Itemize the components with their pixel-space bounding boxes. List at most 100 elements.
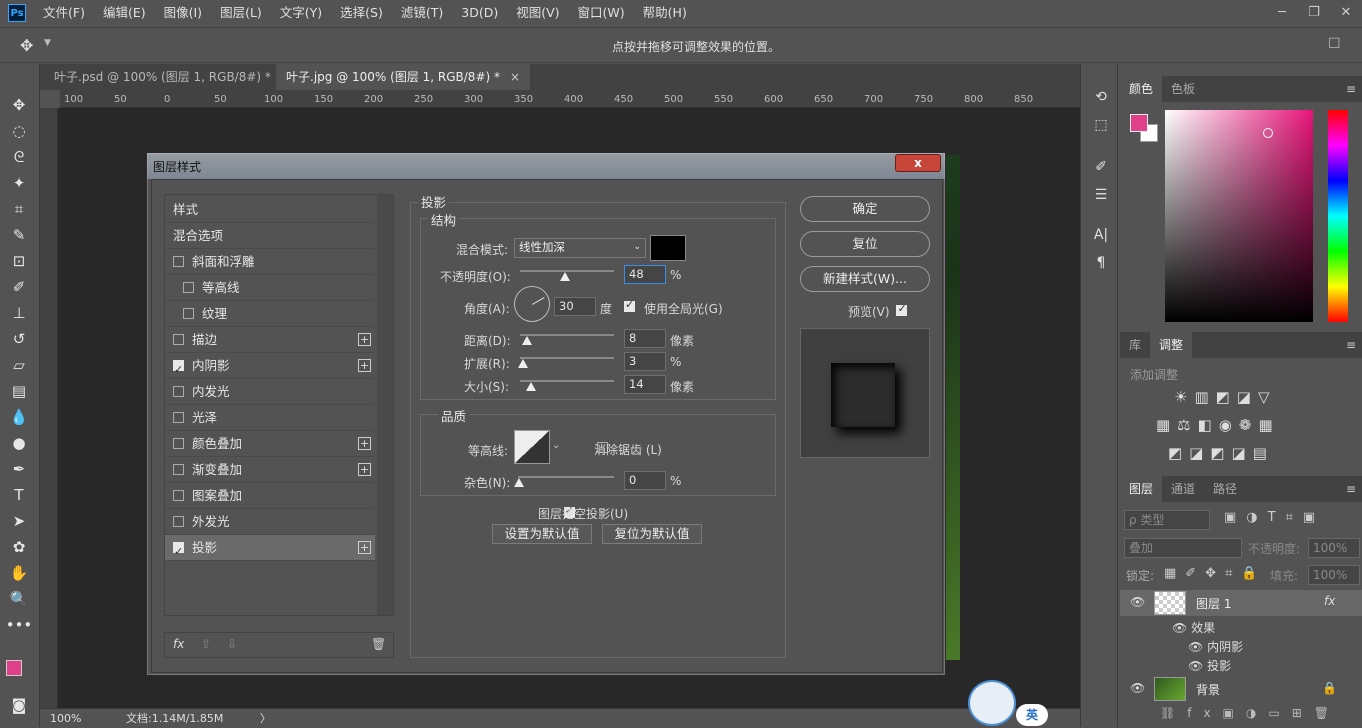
character-icon[interactable]: A| (1090, 224, 1112, 246)
set-default-button[interactable]: 设置为默认值 (492, 524, 592, 544)
checkbox[interactable] (173, 464, 184, 475)
style-item-gradient-overlay[interactable]: 渐变叠加 + (165, 457, 375, 483)
path-select-icon[interactable]: ➤ (8, 510, 30, 532)
status-arrow-icon[interactable]: 〉 (260, 709, 271, 728)
style-item-styles[interactable]: 样式 (165, 197, 375, 223)
menu-file[interactable]: 文件(F) (34, 0, 94, 26)
ime-mascot-icon[interactable] (968, 680, 1016, 726)
more-tools-icon[interactable]: ••• (6, 614, 33, 636)
3d-icon[interactable]: ⬚ (1090, 114, 1112, 136)
style-item-satin[interactable]: 光泽 (165, 405, 375, 431)
distance-input[interactable]: 8 (624, 329, 666, 348)
distance-slider-track[interactable] (520, 334, 614, 336)
fill-input[interactable]: 100% (1308, 565, 1360, 585)
zoom-level[interactable]: 100% (50, 709, 81, 728)
menu-select[interactable]: 选择(S) (331, 0, 392, 26)
move-tool-icon[interactable]: ✥ (20, 36, 33, 55)
tab-leaf-jpg[interactable]: 叶子.jpg @ 100% (图层 1, RGB/8#) * × (276, 64, 531, 90)
layer-filter-select[interactable]: ρ 类型 (1124, 510, 1210, 530)
effect-inner-shadow-row[interactable]: 👁 内阴影 (1188, 638, 1243, 655)
brush-icon[interactable]: ✐ (8, 276, 30, 298)
fg-color-swatch[interactable] (1130, 114, 1148, 132)
menu-edit[interactable]: 编辑(E) (94, 0, 155, 26)
dodge-icon[interactable]: ● (8, 432, 30, 454)
ok-button[interactable]: 确定 (800, 196, 930, 222)
noise-slider-knob[interactable] (514, 478, 524, 487)
style-item-blending-options[interactable]: 混合选项 (165, 223, 375, 249)
paragraph-icon[interactable]: ¶ (1090, 252, 1112, 274)
contour-picker[interactable] (514, 430, 550, 464)
spread-slider-knob[interactable] (518, 359, 528, 368)
menu-3d[interactable]: 3D(D) (452, 0, 507, 26)
foreground-color-swatch[interactable] (6, 660, 22, 676)
eraser-icon[interactable]: ▱ (8, 354, 30, 376)
menu-help[interactable]: 帮助(H) (634, 0, 696, 26)
zoom-icon[interactable]: 🔍 (8, 588, 30, 610)
menu-view[interactable]: 视图(V) (507, 0, 568, 26)
reset-button[interactable]: 复位 (800, 231, 930, 257)
healing-icon[interactable]: ⊡ (8, 250, 30, 272)
adjustment-icons-row3[interactable]: ◩◪◩◪▤ (1168, 444, 1274, 462)
add-gradient-overlay-button[interactable]: + (358, 463, 371, 476)
checkbox[interactable] (173, 334, 184, 345)
checkbox[interactable] (173, 516, 184, 527)
restore-icon[interactable]: ❐ (1298, 0, 1330, 24)
menu-window[interactable]: 窗口(W) (569, 0, 634, 26)
visibility-eye-icon[interactable]: 👁 (1130, 595, 1145, 609)
color-field[interactable] (1165, 110, 1313, 322)
tab-adjustments[interactable]: 调整 (1150, 332, 1193, 358)
adjustment-icons-row1[interactable]: ☀▥◩◪▽ (1174, 388, 1277, 406)
history-brush-icon[interactable]: ↺ (8, 328, 30, 350)
type-icon[interactable]: T (8, 484, 30, 506)
tab-color[interactable]: 颜色 (1120, 76, 1163, 102)
checkbox[interactable] (183, 308, 194, 319)
spread-slider-track[interactable] (520, 357, 614, 359)
menu-type[interactable]: 文字(Y) (271, 0, 331, 26)
effects-row[interactable]: 👁 效果 (1172, 619, 1215, 636)
layer-name[interactable]: 图层 1 (1196, 595, 1231, 612)
style-item-inner-shadow[interactable]: 内阴影 + (165, 353, 375, 383)
style-item-stroke[interactable]: 描边 + (165, 327, 375, 353)
opacity-slider-knob[interactable] (560, 272, 571, 281)
tab-libraries[interactable]: 库 (1120, 332, 1150, 358)
panel-menu-icon[interactable]: ≡ (1346, 338, 1356, 352)
tab-paths[interactable]: 路径 (1204, 476, 1246, 502)
add-inner-shadow-button[interactable]: + (358, 359, 371, 372)
blur-icon[interactable]: 💧 (8, 406, 30, 428)
crop-icon[interactable]: ⌗ (8, 198, 30, 220)
style-item-pattern-overlay[interactable]: 图案叠加 (165, 483, 375, 509)
style-item-bevel-emboss[interactable]: 斜面和浮雕 (165, 249, 375, 275)
layer-name[interactable]: 背景 (1196, 681, 1220, 698)
dialog-close-button[interactable]: x (895, 154, 941, 172)
move-down-icon[interactable]: ⇩ (227, 637, 237, 651)
style-item-inner-glow[interactable]: 内发光 (165, 379, 375, 405)
layer-row-background[interactable]: 👁 背景 🔒 (1120, 676, 1362, 702)
menu-filter[interactable]: 滤镜(T) (392, 0, 452, 26)
magic-wand-icon[interactable]: ✦ (8, 172, 30, 194)
style-item-color-overlay[interactable]: 颜色叠加 + (165, 431, 375, 457)
checkbox[interactable] (173, 412, 184, 423)
move-up-icon[interactable]: ⇧ (201, 637, 211, 651)
checkbox[interactable] (173, 539, 184, 565)
shape-icon[interactable]: ✿ (8, 536, 30, 558)
shadow-color-swatch[interactable] (650, 235, 686, 261)
tab-close-icon[interactable]: × (510, 70, 520, 84)
noise-slider-track[interactable] (518, 476, 614, 478)
fx-menu-button[interactable]: fx (173, 637, 184, 651)
minimize-icon[interactable]: ─ (1266, 0, 1298, 24)
fx-badge[interactable]: fx (1324, 594, 1335, 608)
layer-row-layer1[interactable]: 👁 图层 1 fx (1120, 590, 1362, 616)
checkbox[interactable] (173, 438, 184, 449)
new-style-button[interactable]: 新建样式(W)... (800, 266, 930, 292)
add-drop-shadow-button[interactable]: + (358, 541, 371, 554)
add-color-overlay-button[interactable]: + (358, 437, 371, 450)
marquee-icon[interactable]: ◌ (8, 120, 30, 142)
menu-image[interactable]: 图像(I) (155, 0, 211, 26)
effect-drop-shadow-row[interactable]: 👁 投影 (1188, 657, 1231, 674)
angle-input[interactable]: 30 (554, 297, 596, 316)
checkbox[interactable] (173, 386, 184, 397)
angle-dial[interactable] (514, 286, 550, 322)
distance-slider-knob[interactable] (522, 336, 532, 345)
close-icon[interactable]: ✕ (1330, 0, 1362, 24)
style-item-texture[interactable]: 纹理 (165, 301, 375, 327)
